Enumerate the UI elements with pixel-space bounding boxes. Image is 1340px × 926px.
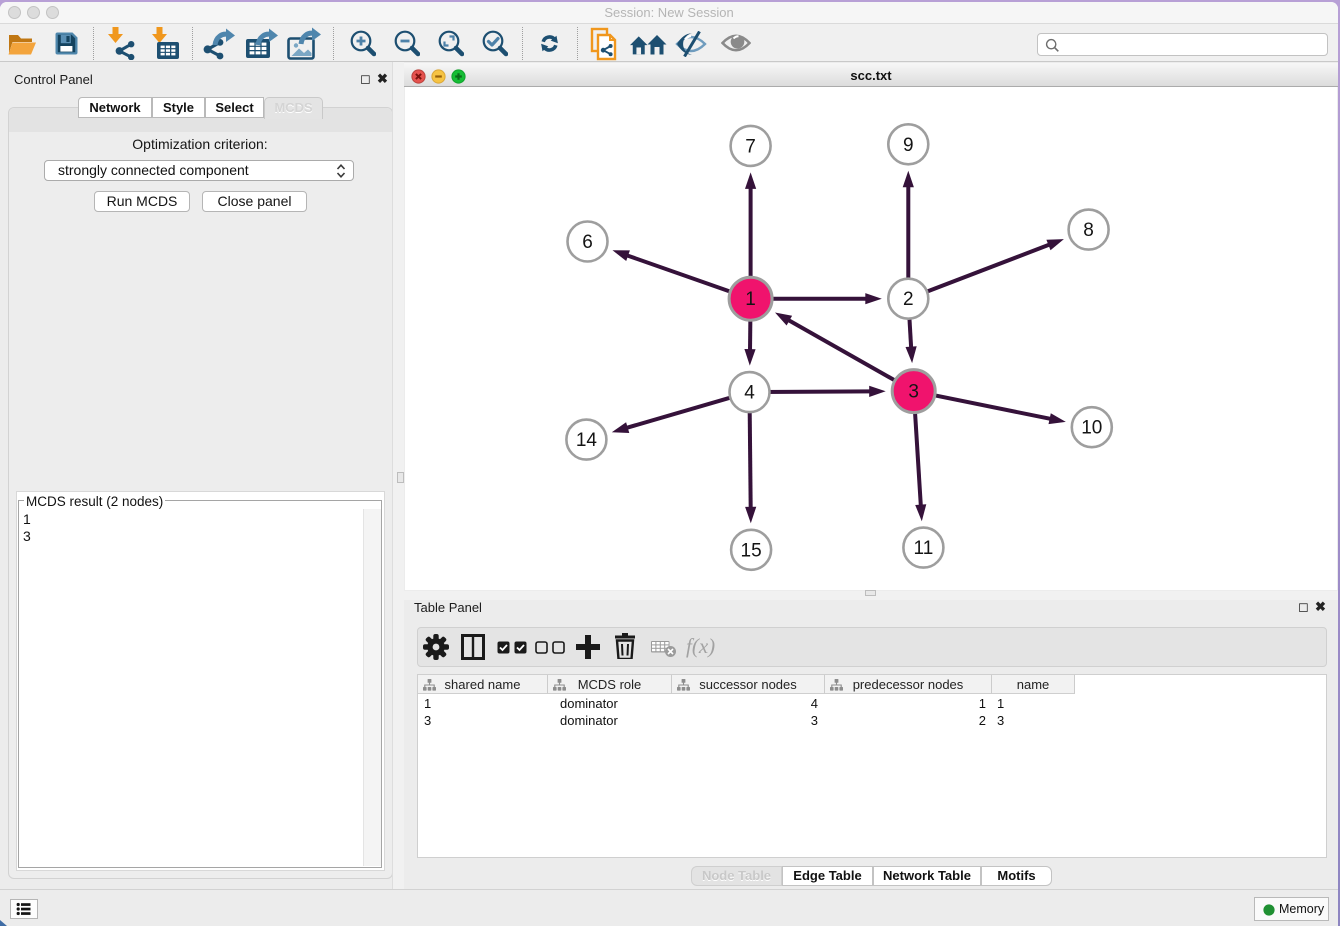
svg-text:4: 4: [744, 383, 755, 404]
svg-text:2: 2: [903, 289, 914, 310]
svg-text:15: 15: [741, 540, 762, 561]
svg-text:10: 10: [1081, 418, 1102, 439]
svg-text:7: 7: [745, 136, 756, 157]
svg-text:9: 9: [903, 135, 914, 156]
svg-text:8: 8: [1083, 220, 1094, 241]
svg-text:6: 6: [582, 232, 593, 253]
svg-text:14: 14: [576, 430, 598, 451]
svg-text:11: 11: [914, 538, 934, 559]
svg-text:3: 3: [908, 382, 919, 403]
svg-text:1: 1: [745, 289, 756, 310]
